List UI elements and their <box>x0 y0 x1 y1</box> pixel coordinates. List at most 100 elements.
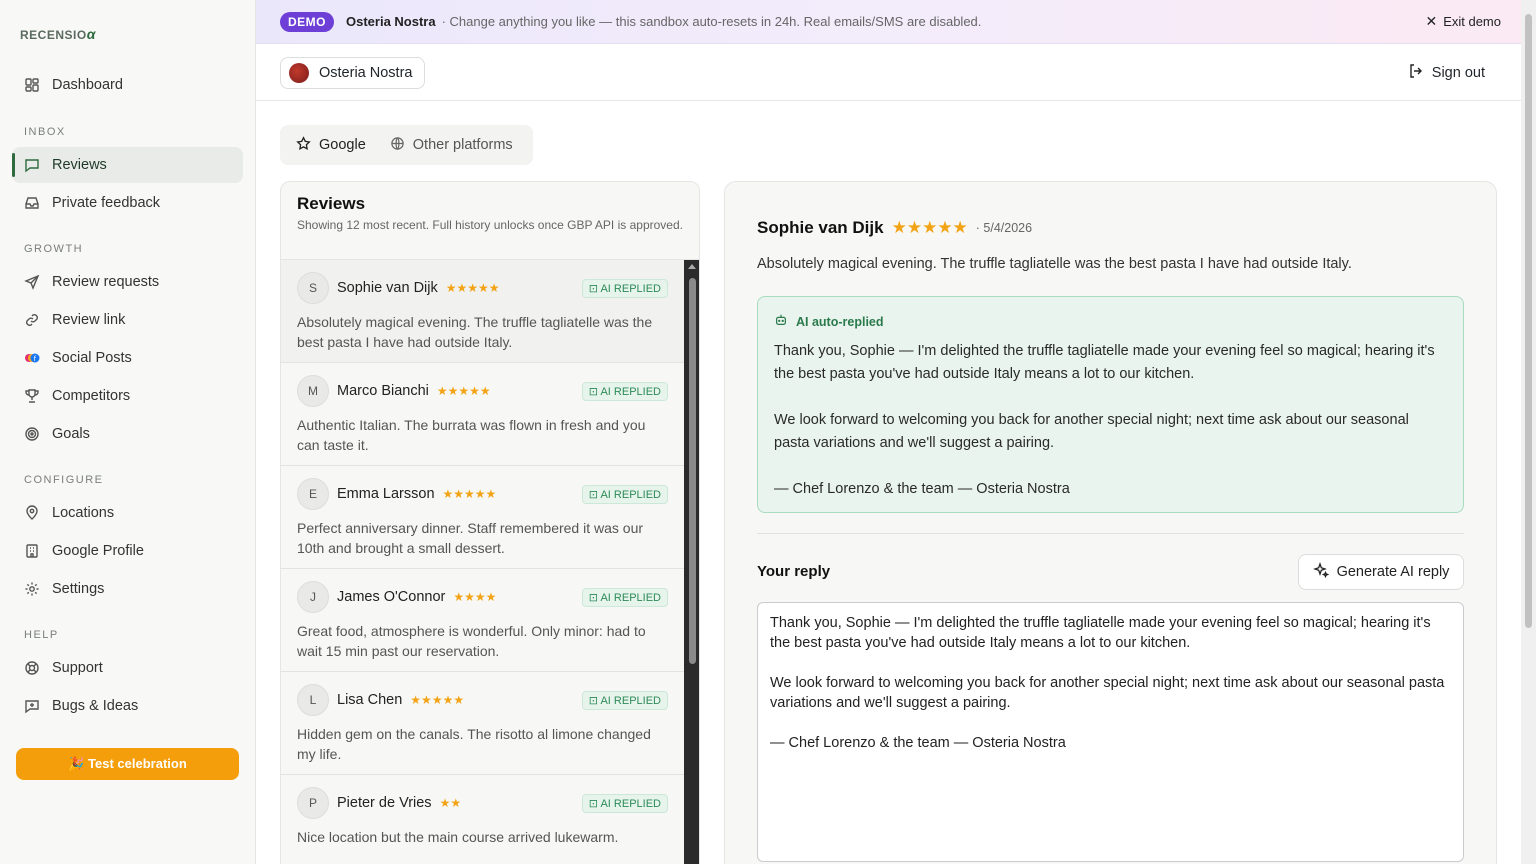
brand-logo[interactable]: RECENSIOα <box>20 26 96 42</box>
exit-demo-button[interactable]: ✕ Exit demo <box>1425 13 1501 30</box>
sidebar-item-locations[interactable]: Locations <box>12 495 243 531</box>
star-rating: ★★ <box>439 796 462 810</box>
review-list-item[interactable]: M Marco Bianchi ★★★★★ ⊡ AI REPLIED Authe… <box>281 363 684 466</box>
social-platforms-icon: f <box>24 350 40 366</box>
sidebar-item-competitors[interactable]: Competitors <box>12 378 243 414</box>
review-detail-header: Sophie van Dijk ★★★★★ · 5/4/2026 <box>757 218 1032 238</box>
tab-other-platforms[interactable]: Other platforms <box>378 129 525 161</box>
sidebar-item-private-feedback[interactable]: Private feedback <box>12 185 243 221</box>
sidebar-item-label: Dashboard <box>52 77 123 93</box>
ai-replied-badge: ⊡ AI REPLIED <box>581 381 668 401</box>
log-out-icon <box>1408 63 1424 83</box>
review-list-item[interactable]: J James O'Connor ★★★★ ⊡ AI REPLIED Great… <box>281 569 684 672</box>
tab-google[interactable]: Google <box>284 129 378 161</box>
section-label-help: HELP <box>24 629 59 641</box>
link-icon <box>24 312 40 328</box>
robot-icon: ⊡ <box>588 591 599 604</box>
review-list-item[interactable]: E Emma Larsson ★★★★★ ⊡ AI REPLIED Perfec… <box>281 466 684 569</box>
banner-message: · Change anything you like — this sandbo… <box>441 14 982 29</box>
reviewer-name: Emma Larsson <box>337 486 435 502</box>
list-scrollbar-thumb[interactable] <box>689 278 696 664</box>
sidebar-item-label: Private feedback <box>52 195 161 211</box>
sidebar-item-bugs-ideas[interactable]: Bugs & Ideas <box>12 688 243 724</box>
brand-logo-text: RECENSIO <box>20 28 87 42</box>
review-snippet: Perfect anniversary dinner. Staff rememb… <box>297 520 644 556</box>
section-label-growth: GROWTH <box>24 243 84 255</box>
review-list-item[interactable]: S Sophie van Dijk ★★★★★ ⊡ AI REPLIED Abs… <box>281 260 684 363</box>
sidebar-item-dashboard[interactable]: Dashboard <box>12 67 243 103</box>
sidebar-item-google-profile[interactable]: Google Profile <box>12 533 243 569</box>
sidebar-item-reviews[interactable]: Reviews <box>12 147 243 183</box>
ai-replied-badge: ⊡ AI REPLIED <box>581 690 668 710</box>
sidebar-item-support[interactable]: Support <box>12 650 243 686</box>
avatar: M <box>297 375 329 407</box>
review-list-item[interactable]: L Lisa Chen ★★★★★ ⊡ AI REPLIED Hidden ge… <box>281 672 684 775</box>
avatar: P <box>297 787 329 819</box>
badge-label: AI REPLIED <box>600 591 661 604</box>
sidebar-item-review-link[interactable]: Review link <box>12 302 243 338</box>
reviewer-name: Sophie van Dijk <box>757 218 884 237</box>
sidebar-item-settings[interactable]: Settings <box>12 571 243 607</box>
review-snippet: Absolutely magical evening. The truffle … <box>297 314 653 350</box>
robot-icon: ⊡ <box>588 488 599 501</box>
review-snippet: Great food, atmosphere is wonderful. Onl… <box>297 623 646 659</box>
review-snippet: Hidden gem on the canals. The risotto al… <box>297 726 651 762</box>
avatar: J <box>297 581 329 613</box>
scroll-up-arrow[interactable] <box>688 264 696 269</box>
sidebar: RECENSIOα Dashboard INBOX Reviews Privat… <box>0 0 256 864</box>
tab-label: Google <box>319 137 366 153</box>
sidebar-item-goals[interactable]: Goals <box>12 416 243 452</box>
review-list-item[interactable]: P Pieter de Vries ★★ ⊡ AI REPLIED Nice l… <box>281 775 684 864</box>
sign-out-button[interactable]: Sign out <box>1408 63 1485 83</box>
banner-business-name: Osteria Nostra <box>346 14 436 29</box>
bot-icon <box>774 313 788 330</box>
avatar: E <box>297 478 329 510</box>
sidebar-item-review-requests[interactable]: Review requests <box>12 264 243 300</box>
reviews-list-subtitle: Showing 12 most recent. Full history unl… <box>297 218 683 232</box>
sidebar-item-label: Goals <box>52 426 90 442</box>
top-bar: Osteria Nostra Sign out <box>256 44 1521 101</box>
sidebar-item-social-posts[interactable]: f Social Posts <box>12 340 243 376</box>
star-rating: ★★★★★ <box>891 218 968 237</box>
star-rating: ★★★★★ <box>436 384 491 398</box>
ai-replied-badge: ⊡ AI REPLIED <box>581 484 668 504</box>
list-scrollbar[interactable] <box>684 260 699 864</box>
test-celebration-button[interactable]: 🎉 Test celebration <box>16 748 239 780</box>
star-outline-icon <box>296 135 311 155</box>
ai-reply-label: AI auto-replied <box>774 313 1447 330</box>
your-reply-title: Your reply <box>757 563 831 580</box>
location-selector[interactable]: Osteria Nostra <box>280 57 426 89</box>
exit-demo-label: Exit demo <box>1443 14 1501 29</box>
star-rating: ★★★★★ <box>410 693 465 707</box>
generate-label: Generate AI reply <box>1336 564 1450 580</box>
ai-replied-badge: ⊡ AI REPLIED <box>581 793 668 813</box>
message-square-icon <box>24 157 40 173</box>
reply-textarea[interactable]: Thank you, Sophie — I'm delighted the tr… <box>757 602 1464 862</box>
sidebar-item-label: Social Posts <box>52 350 132 366</box>
reviewer-name: Marco Bianchi <box>337 383 429 399</box>
badge-label: AI REPLIED <box>600 488 661 501</box>
sidebar-item-label: Competitors <box>52 388 131 404</box>
page-scrollbar-thumb[interactable] <box>1525 14 1532 628</box>
robot-icon: ⊡ <box>588 797 599 810</box>
sidebar-item-label: Reviews <box>52 157 107 173</box>
avatar: S <box>297 272 329 304</box>
generate-ai-reply-button[interactable]: Generate AI reply <box>1298 554 1464 590</box>
review-snippet: Authentic Italian. The burrata was flown… <box>297 417 646 453</box>
main-content: Google Other platforms Reviews Showing 1… <box>256 101 1521 864</box>
demo-badge: DEMO <box>280 11 334 32</box>
reviewer-name: Lisa Chen <box>337 692 403 708</box>
demo-banner: DEMO Osteria Nostra · Change anything yo… <box>256 0 1521 44</box>
star-rating: ★★★★★ <box>442 487 497 501</box>
close-icon: ✕ <box>1425 13 1438 29</box>
reviews-list-panel: Reviews Showing 12 most recent. Full his… <box>280 181 700 864</box>
reviewer-name: James O'Connor <box>337 589 446 605</box>
sidebar-item-label: Google Profile <box>52 543 144 559</box>
globe-icon <box>390 136 405 155</box>
tab-label: Other platforms <box>412 137 513 153</box>
sidebar-item-label: Settings <box>52 581 105 597</box>
trophy-icon <box>24 388 40 404</box>
message-plus-icon <box>24 698 40 714</box>
building-icon <box>24 543 40 559</box>
page-scrollbar[interactable] <box>1521 0 1536 864</box>
